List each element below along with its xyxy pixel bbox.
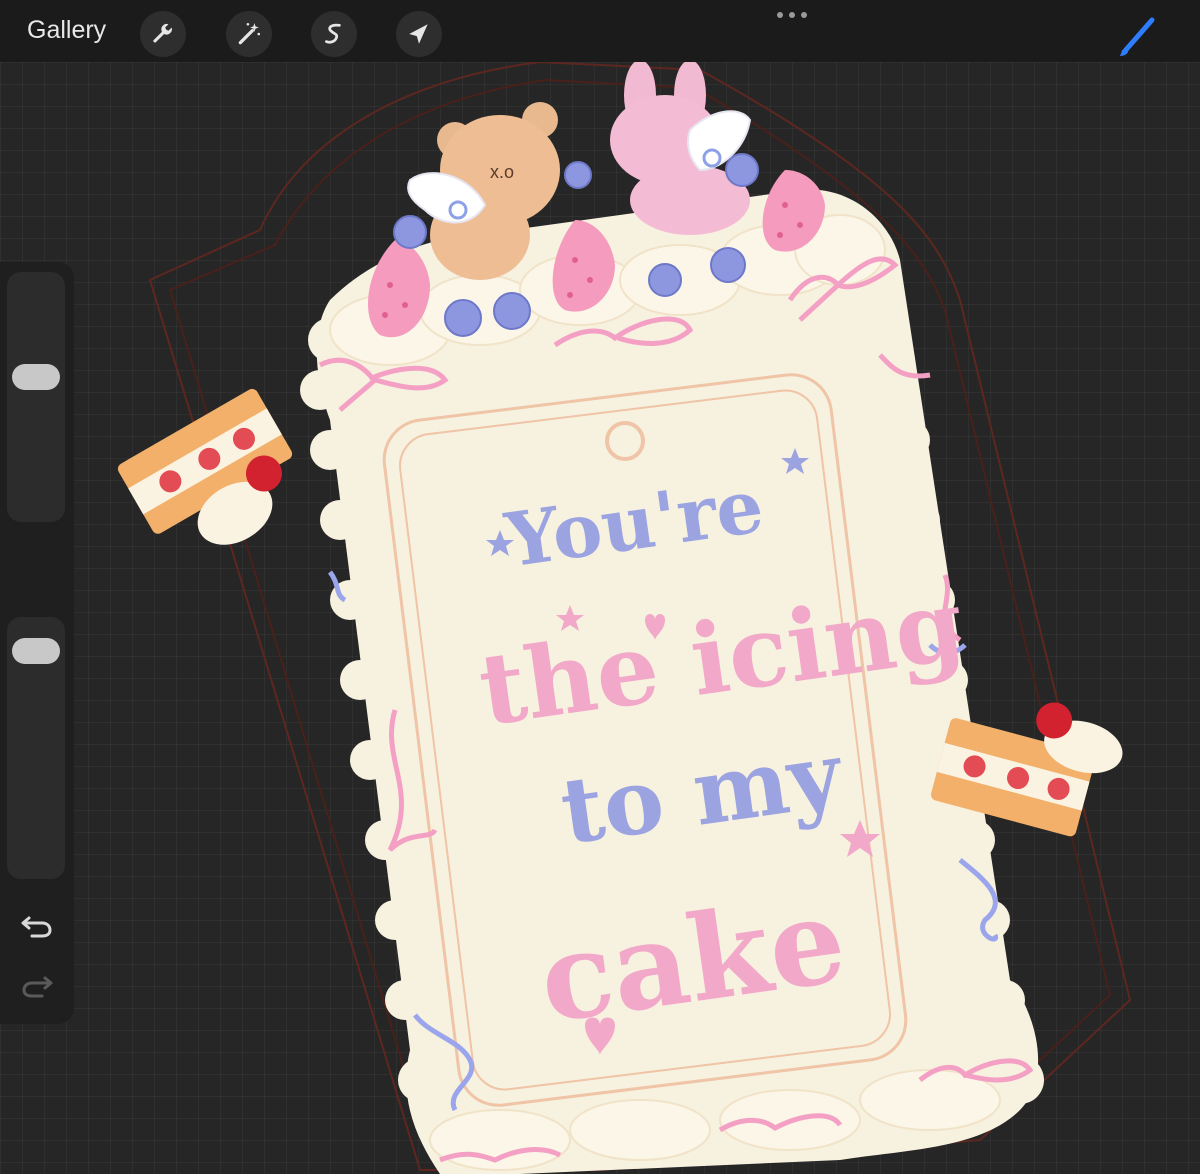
selection-button[interactable] bbox=[311, 11, 357, 57]
transform-button[interactable] bbox=[396, 11, 442, 57]
left-sidebar bbox=[0, 262, 74, 1024]
gallery-button[interactable]: Gallery bbox=[27, 16, 106, 45]
magic-wand-icon bbox=[238, 22, 261, 45]
transform-arrow-icon bbox=[409, 24, 428, 44]
svg-text:x.o: x.o bbox=[490, 162, 514, 182]
brush-size-thumb[interactable] bbox=[12, 363, 60, 390]
wrench-icon bbox=[153, 23, 172, 43]
brush-size-slider[interactable] bbox=[7, 272, 65, 522]
undo-icon[interactable] bbox=[20, 910, 54, 940]
opacity-slider[interactable] bbox=[7, 617, 65, 879]
actions-button[interactable] bbox=[140, 11, 186, 57]
adjustments-button[interactable] bbox=[226, 11, 272, 57]
more-options-icon[interactable] bbox=[772, 8, 812, 22]
artwork: x.o You're the icing to my cake bbox=[117, 62, 1132, 1174]
brush-icon[interactable] bbox=[1112, 12, 1162, 62]
cake-slice-left bbox=[117, 388, 293, 545]
opacity-thumb[interactable] bbox=[12, 637, 60, 664]
top-toolbar: Gallery bbox=[0, 0, 1200, 62]
redo-icon[interactable] bbox=[20, 970, 54, 1000]
drawing-canvas[interactable]: x.o You're the icing to my cake bbox=[0, 62, 1200, 1174]
selection-icon bbox=[325, 23, 341, 44]
